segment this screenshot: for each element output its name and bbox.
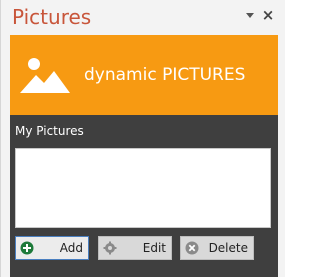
delete-label: Delete [208,241,248,255]
gear-icon [103,241,117,255]
edit-label: Edit [142,241,166,255]
picture-list[interactable] [15,148,271,228]
content-panel: My Pictures Add Edit Delete [10,115,278,277]
delete-button[interactable]: Delete [180,236,254,260]
add-icon [20,241,34,255]
task-pane: Pictures × dynamic PICTURES My Pictures [0,0,285,277]
picture-icon [20,55,70,93]
banner-title: dynamic PICTURES [84,65,246,85]
add-button[interactable]: Add [15,236,89,260]
delete-icon [185,241,199,255]
edit-button[interactable]: Edit [98,236,172,260]
add-label: Add [59,241,83,255]
pane-title: Pictures [12,5,92,29]
banner: dynamic PICTURES [10,35,278,115]
my-pictures-label: My Pictures [15,124,84,138]
close-icon[interactable]: × [261,8,275,23]
dropdown-arrow-icon[interactable] [245,9,255,23]
